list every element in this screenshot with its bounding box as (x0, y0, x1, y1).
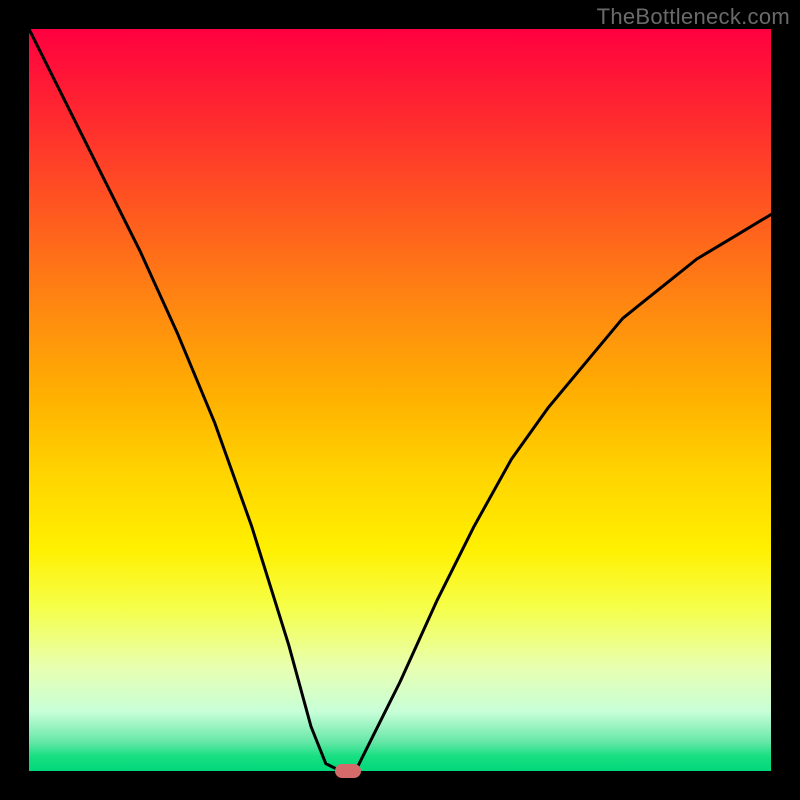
bottleneck-curve (29, 29, 771, 771)
optimum-marker (335, 764, 361, 778)
plot-area (29, 29, 771, 771)
chart-frame: TheBottleneck.com (0, 0, 800, 800)
curve-path (29, 29, 771, 771)
watermark-text: TheBottleneck.com (597, 4, 790, 30)
